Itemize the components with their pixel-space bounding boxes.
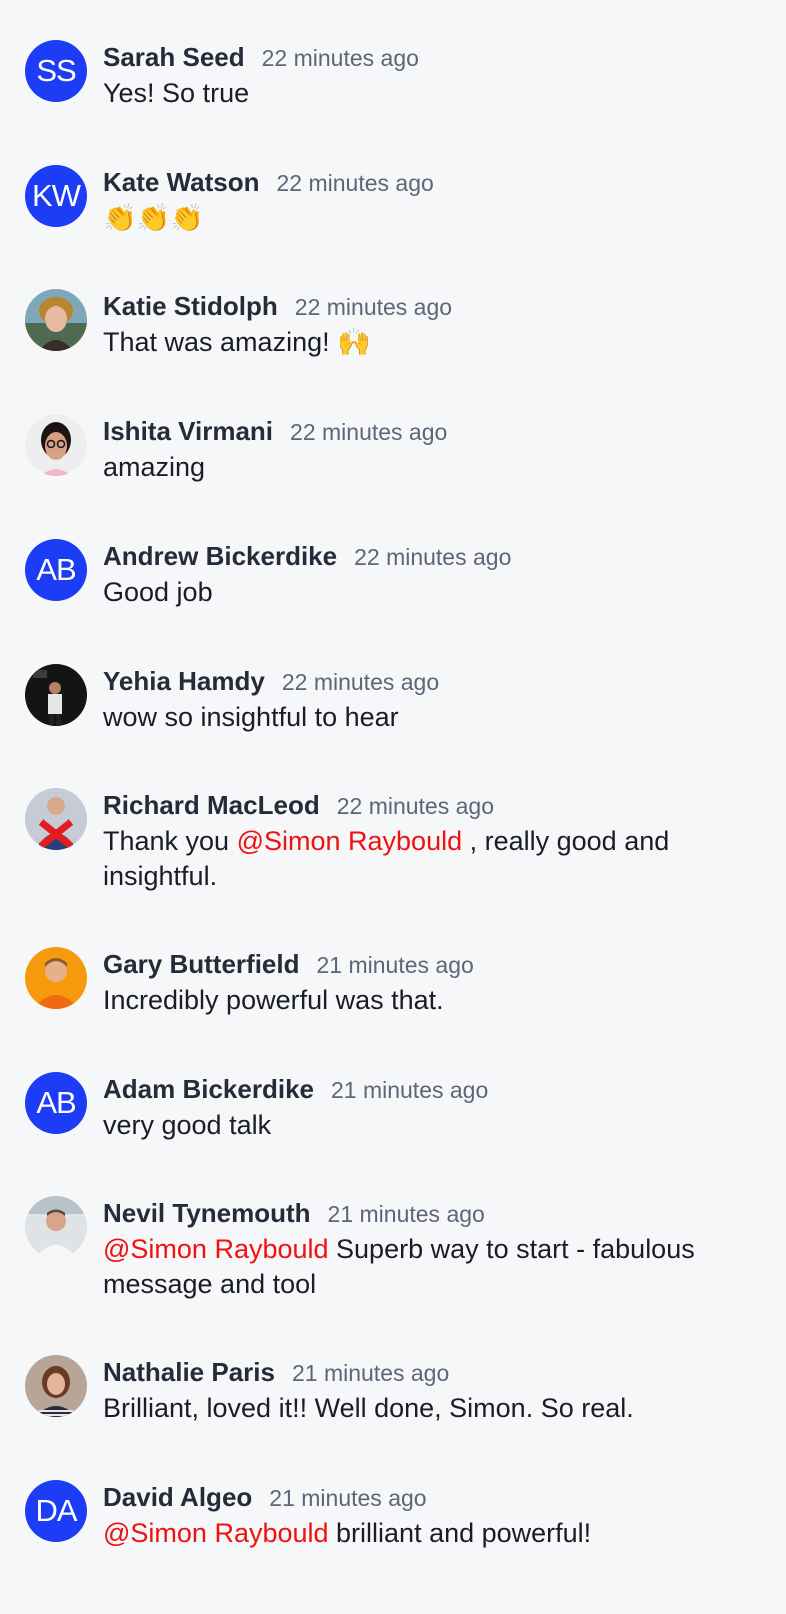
user-mention[interactable]: @Simon Raybould [103, 1518, 329, 1548]
message-text: Yes! So true [103, 78, 250, 108]
avatar[interactable] [25, 788, 87, 850]
author-name[interactable]: Nathalie Paris [103, 1355, 275, 1389]
avatar[interactable] [25, 289, 87, 351]
avatar-photo-icon [25, 1196, 87, 1258]
timestamp: 21 minutes ago [316, 952, 474, 978]
author-name[interactable]: Nevil Tynemouth [103, 1196, 311, 1230]
author-name[interactable]: Yehia Hamdy [103, 664, 265, 698]
timestamp: 21 minutes ago [291, 1360, 450, 1386]
timestamp: 22 minutes ago [290, 419, 448, 445]
author-name[interactable]: Adam Bickerdike [103, 1072, 314, 1106]
message-text: wow so insightful to hear [103, 702, 399, 732]
message-text: Good job [103, 577, 213, 607]
avatar[interactable] [25, 1196, 87, 1258]
message-text: amazing [103, 452, 206, 482]
avatar[interactable] [25, 1355, 87, 1417]
message-header: Gary Butterfield 21 minutes ago [103, 947, 474, 981]
author-name[interactable]: Ishita Virmani [103, 414, 273, 448]
timestamp: 21 minutes ago [269, 1485, 427, 1511]
avatar-photo-icon [25, 788, 87, 850]
message-header: Richard MacLeod 22 minutes ago [103, 788, 494, 822]
message-text-post: brilliant and powerful! [328, 1518, 592, 1548]
author-name[interactable]: Gary Butterfield [103, 947, 300, 981]
avatar[interactable] [25, 414, 87, 476]
avatar-photo-icon [25, 414, 87, 476]
avatar[interactable]: DA [25, 1480, 87, 1542]
message-text-pre: Thank you [103, 826, 237, 856]
avatar[interactable]: SS [25, 40, 87, 102]
message-header: Sarah Seed 22 minutes ago [103, 40, 419, 74]
timestamp: 21 minutes ago [330, 1077, 489, 1103]
author-name[interactable]: Sarah Seed [103, 40, 245, 74]
author-name[interactable]: Katie Stidolph [103, 289, 278, 323]
message-text: Incredibly powerful was that. [103, 985, 444, 1015]
message-text: Brilliant, loved it!! Well done, Simon. … [103, 1393, 634, 1423]
timestamp: 22 minutes ago [294, 294, 453, 320]
avatar-photo-icon [25, 664, 87, 726]
message-header: Andrew Bickerdike 22 minutes ago [103, 539, 511, 573]
avatar[interactable] [25, 947, 87, 1009]
timestamp: 22 minutes ago [276, 170, 434, 196]
message-header: Adam Bickerdike 21 minutes ago [103, 1072, 488, 1106]
timestamp: 22 minutes ago [261, 45, 419, 71]
timestamp: 22 minutes ago [354, 544, 512, 570]
user-mention[interactable]: @Simon Raybould [103, 1234, 329, 1264]
chat-feed: SS Sarah Seed 22 minutes ago Yes! So tru… [0, 0, 786, 1614]
message-text: @Simon Raybould brilliant and powerful! [103, 1516, 743, 1551]
message-header: Nevil Tynemouth 21 minutes ago [103, 1196, 485, 1230]
timestamp: 22 minutes ago [336, 793, 494, 819]
avatar-photo-icon [25, 1355, 87, 1417]
avatar[interactable]: AB [25, 539, 87, 601]
timestamp: 22 minutes ago [281, 669, 440, 695]
message-text: @Simon Raybould Superb way to start - fa… [103, 1232, 743, 1302]
author-name[interactable]: Kate Watson [103, 165, 260, 199]
message-header: Katie Stidolph 22 minutes ago [103, 289, 452, 323]
author-name[interactable]: Richard MacLeod [103, 788, 320, 822]
timestamp: 21 minutes ago [327, 1201, 485, 1227]
avatar-photo-icon [25, 947, 87, 1009]
message-text: That was amazing! 🙌 [103, 327, 371, 357]
avatar[interactable] [25, 664, 87, 726]
message-header: Kate Watson 22 minutes ago [103, 165, 434, 199]
message-header: David Algeo 21 minutes ago [103, 1480, 427, 1514]
message-header: Yehia Hamdy 22 minutes ago [103, 664, 439, 698]
message-header: Ishita Virmani 22 minutes ago [103, 414, 447, 448]
avatar[interactable]: KW [25, 165, 87, 227]
author-name[interactable]: Andrew Bickerdike [103, 539, 337, 573]
user-mention[interactable]: @Simon Raybould [237, 826, 463, 856]
author-name[interactable]: David Algeo [103, 1480, 252, 1514]
message-header: Nathalie Paris 21 minutes ago [103, 1355, 449, 1389]
message-text: very good talk [103, 1110, 272, 1140]
message-text: 👏👏👏 [103, 203, 204, 234]
message-text: Thank you @Simon Raybould , really good … [103, 824, 743, 894]
avatar[interactable]: AB [25, 1072, 87, 1134]
avatar-photo-icon [25, 289, 87, 351]
